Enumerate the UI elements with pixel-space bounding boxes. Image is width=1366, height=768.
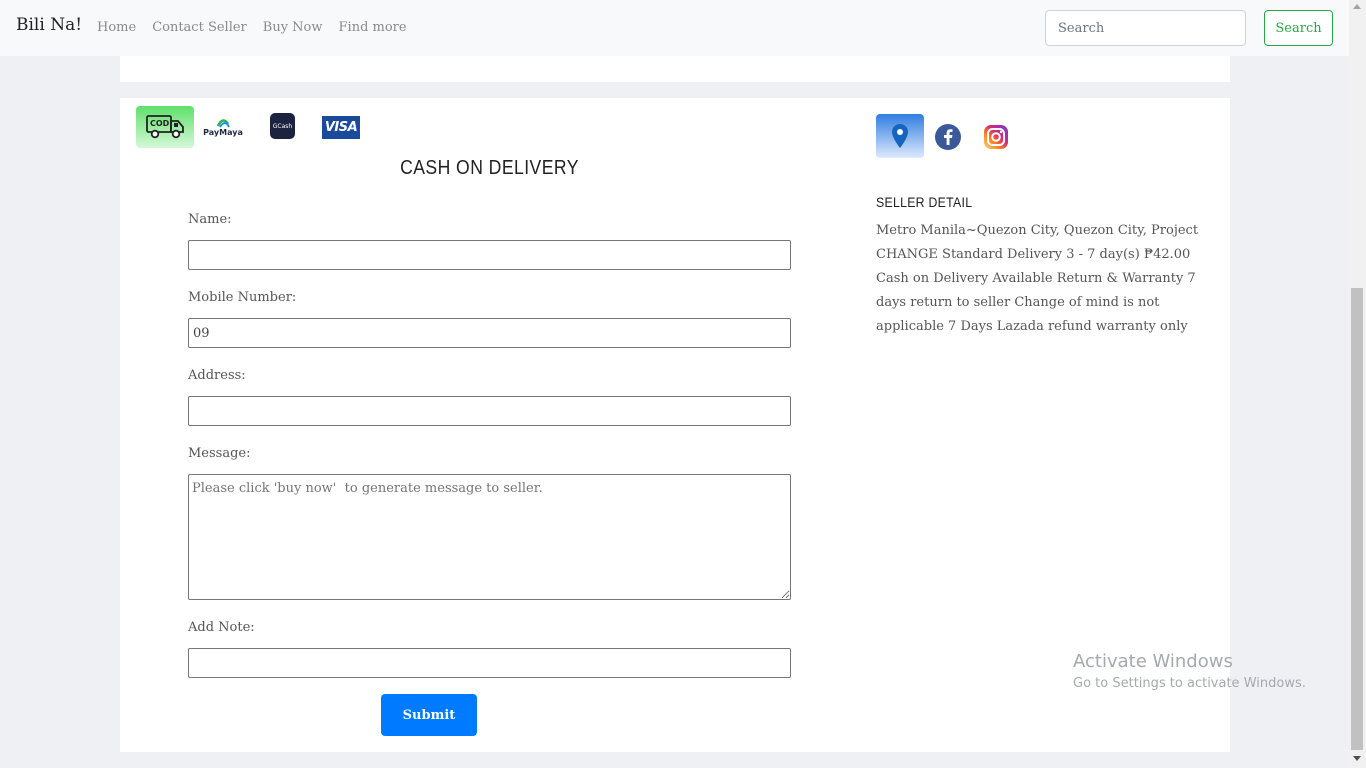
name-label: Name: [188,212,232,227]
message-label: Message: [188,446,251,461]
note-field[interactable] [188,648,791,678]
instagram-icon[interactable] [983,124,1009,150]
gcash-icon: GCash [270,113,295,139]
seller-detail-text: Metro Manila~Quezon City, Quezon City, P… [876,223,1199,334]
message-textarea[interactable] [188,474,791,600]
top-panel [120,56,1230,82]
cod-truck-icon: COD [136,106,194,148]
activate-windows-title: Activate Windows [1073,651,1233,672]
submit-button[interactable]: Submit [381,694,477,736]
mobile-label: Mobile Number: [188,290,297,305]
scroll-up-arrow-icon[interactable] [1353,4,1361,9]
nav-link-contact-seller[interactable]: Contact Seller [152,20,247,35]
form-heading: CASH ON DELIVERY [400,157,579,179]
seller-detail-title: SELLER DETAIL [876,194,973,210]
activate-windows-subtitle: Go to Settings to activate Windows. [1073,676,1306,691]
nav-link-find-more[interactable]: Find more [339,20,407,35]
name-field[interactable] [188,240,791,270]
note-label: Add Note: [188,620,255,635]
paymaya-label: PayMaya [203,127,243,137]
scroll-down-arrow-icon[interactable] [1353,756,1361,761]
paymaya-icon: PayMaya [200,112,246,142]
address-label: Address: [188,368,246,383]
scrollbar[interactable] [1349,0,1366,768]
visa-icon: VISA [322,113,360,139]
location-pin-icon[interactable] [876,114,924,158]
address-field[interactable] [188,396,791,426]
brand-logo[interactable]: Bili Na! [16,15,82,35]
facebook-icon[interactable] [935,124,961,150]
cod-label: COD [150,119,170,128]
scroll-thumb[interactable] [1351,288,1363,750]
nav-links: Home Contact Seller Buy Now Find more [97,20,407,35]
search-input[interactable] [1045,10,1246,46]
nav-link-home[interactable]: Home [97,20,136,35]
nav-link-buy-now[interactable]: Buy Now [263,20,323,35]
navbar: Bili Na! Home Contact Seller Buy Now Fin… [0,0,1349,56]
search-button[interactable]: Search [1264,10,1333,46]
gcash-label: GCash [272,122,293,130]
visa-label: VISA [324,120,358,135]
mobile-field[interactable] [188,318,791,348]
